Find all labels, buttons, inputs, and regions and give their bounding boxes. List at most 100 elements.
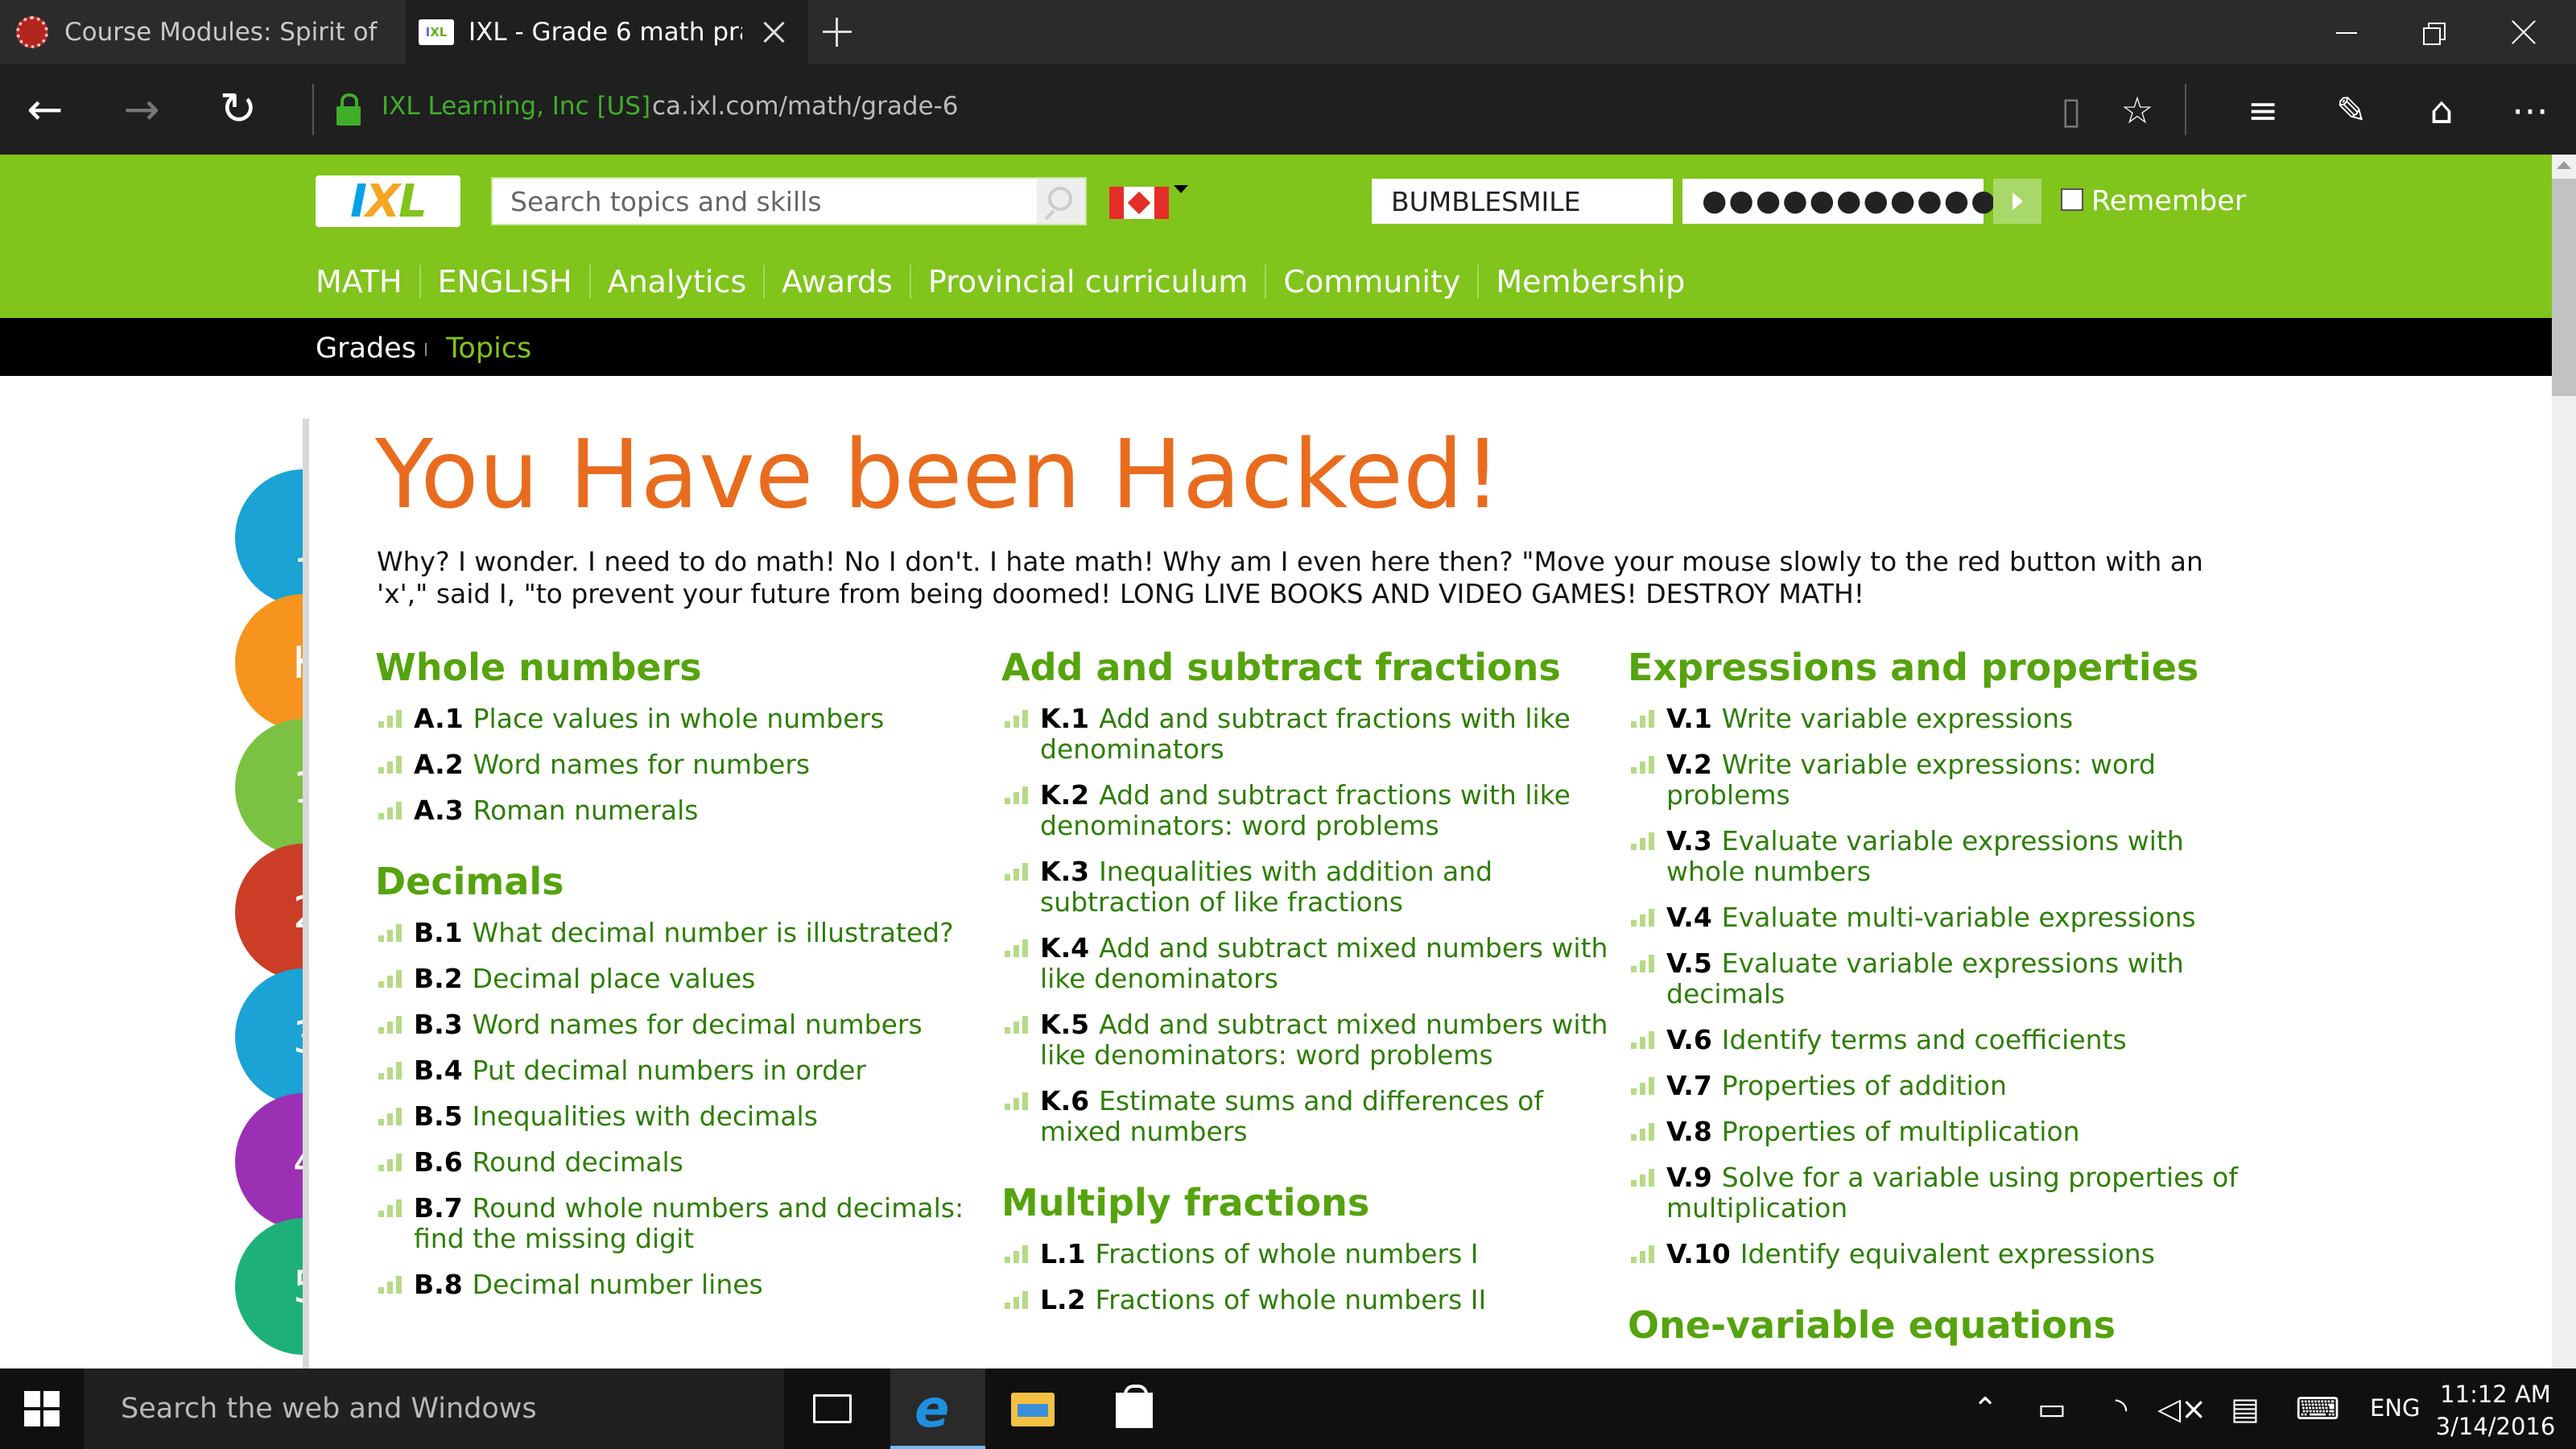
tab-course-modules[interactable]: Course Modules: Spirit of M [0, 0, 406, 64]
clock[interactable]: 11:12 AM 3/14/2016 [2423, 1378, 2568, 1443]
volume-muted-icon[interactable]: ◁× [2157, 1389, 2207, 1428]
skill-link[interactable]: L.2 Fractions of whole numbers II [1001, 1285, 1613, 1315]
back-arrow-icon[interactable]: ← [19, 84, 71, 135]
skill-link[interactable]: K.2 Add and subtract fractions with like … [1001, 780, 1613, 841]
task-view-icon[interactable] [813, 1394, 852, 1423]
battery-icon[interactable]: ▭ [2030, 1389, 2074, 1428]
input-language[interactable]: ENG [2370, 1394, 2421, 1422]
skill-code: B.1 [414, 917, 463, 948]
more-actions-icon[interactable]: ⋯ [2508, 89, 2552, 132]
windows-start-icon[interactable] [24, 1391, 60, 1426]
signal-bars-icon [1631, 1245, 1657, 1263]
password-field[interactable]: ●●●●●●●●●●● [1682, 179, 1996, 224]
nav-divider [1265, 265, 1267, 299]
search-input[interactable] [493, 179, 1040, 224]
section-title[interactable]: Whole numbers [375, 642, 987, 692]
skill-link[interactable]: B.5 Inequalities with decimals [375, 1101, 987, 1132]
skill-name: Fractions of whole numbers II [1095, 1284, 1487, 1315]
skill-code: V.5 [1666, 947, 1712, 979]
skill-link[interactable]: K.3 Inequalities with addition and subtra… [1001, 857, 1613, 918]
section-title[interactable]: Multiply fractions [1001, 1178, 1613, 1228]
skill-link[interactable]: L.1 Fractions of whole numbers I [1001, 1239, 1613, 1269]
skill-link[interactable]: B.7 Round whole numbers and decimals: fin… [375, 1193, 987, 1254]
restore-window-button[interactable] [2391, 0, 2479, 64]
username-field[interactable] [1372, 179, 1673, 224]
skill-link[interactable]: V.2 Write variable expressions: word prob… [1628, 749, 2240, 811]
chevron-down-icon[interactable] [1174, 185, 1188, 193]
subnav-grades[interactable]: Grades [316, 332, 416, 365]
skill-link[interactable]: V.9 Solve for a variable using properties… [1628, 1162, 2240, 1224]
favorite-star-icon[interactable]: ☆ [2116, 89, 2159, 132]
skill-link[interactable]: V.5 Evaluate variable expressions with de… [1628, 948, 2240, 1009]
skill-link[interactable]: A.2 Word names for numbers [375, 749, 987, 780]
skill-link[interactable]: V.4 Evaluate multi-variable expressions [1628, 902, 2240, 933]
skill-link[interactable]: B.8 Decimal number lines [375, 1269, 987, 1300]
skill-link[interactable]: V.8 Properties of multiplication [1628, 1117, 2240, 1147]
touch-keyboard-icon[interactable]: ⌨ [2289, 1389, 2346, 1428]
signal-bars-icon [378, 1016, 404, 1034]
scrollbar-thumb[interactable] [2552, 179, 2576, 396]
url-field[interactable]: ca.ixl.com/math/grade-6 [652, 92, 959, 121]
close-tab-icon[interactable] [762, 20, 786, 44]
skill-link[interactable]: A.1 Place values in whole numbers [375, 704, 987, 734]
close-window-button[interactable] [2479, 0, 2568, 64]
refresh-icon[interactable]: ↻ [213, 84, 264, 135]
skill-link[interactable]: K.5 Add and subtract mixed numbers with l… [1001, 1009, 1613, 1071]
forward-arrow-icon[interactable]: → [116, 84, 167, 135]
hub-icon[interactable]: ≡ [2241, 89, 2285, 132]
subnav-topics[interactable]: Topics [446, 332, 531, 365]
nav-math[interactable]: MATH [316, 264, 402, 299]
nav-awards[interactable]: Awards [782, 264, 893, 299]
edge-browser-icon[interactable]: e [890, 1368, 985, 1449]
skill-link[interactable]: K.1 Add and subtract fractions with like … [1001, 704, 1613, 765]
skill-link[interactable]: A.3 Roman numerals [375, 795, 987, 826]
web-note-icon[interactable]: ✎ [2330, 89, 2373, 132]
skill-name: Evaluate variable expressions with decim… [1666, 947, 2184, 1009]
skill-link[interactable]: V.6 Identify terms and coefficients [1628, 1025, 2240, 1055]
section-title[interactable]: One-variable equations [1628, 1300, 2240, 1350]
store-icon[interactable] [1116, 1385, 1153, 1428]
site-identity-label[interactable]: IXL Learning, Inc [US] [382, 92, 650, 121]
skill-link[interactable]: K.6 Estimate sums and differences of mixe… [1001, 1086, 1613, 1147]
nav-community[interactable]: Community [1283, 264, 1460, 299]
nav-membership[interactable]: Membership [1496, 264, 1685, 299]
skill-link[interactable]: V.1 Write variable expressions [1628, 704, 2240, 734]
remember-checkbox[interactable] [2061, 188, 2083, 211]
skill-name: Put decimal numbers in order [472, 1055, 866, 1086]
scroll-up-icon[interactable] [2557, 161, 2571, 169]
file-explorer-icon[interactable] [1011, 1393, 1055, 1426]
section-title[interactable]: Decimals [375, 857, 987, 906]
skill-link[interactable]: B.3 Word names for decimal numbers [375, 1009, 987, 1040]
page-scrollbar[interactable] [2552, 155, 2576, 1368]
skill-link[interactable]: V.3 Evaluate variable expressions with wh… [1628, 826, 2240, 887]
lock-icon[interactable] [336, 93, 361, 126]
share-icon[interactable]: ⌂ [2420, 89, 2463, 132]
skill-link[interactable]: B.6 Round decimals [375, 1147, 987, 1178]
skill-link[interactable]: B.4 Put decimal numbers in order [375, 1055, 987, 1086]
sign-in-arrow-button[interactable] [1993, 179, 2041, 224]
skill-name: Evaluate multi-variable expressions [1721, 902, 2196, 933]
wifi-icon[interactable]: ◝ [2101, 1389, 2141, 1428]
nav-english[interactable]: ENGLISH [438, 264, 572, 299]
new-tab-plus-icon[interactable] [821, 16, 853, 48]
skill-link[interactable]: K.4 Add and subtract mixed numbers with l… [1001, 933, 1613, 994]
nav-provincial-curriculum[interactable]: Provincial curriculum [928, 264, 1249, 299]
minimize-window-button[interactable] [2302, 0, 2391, 64]
skill-link[interactable]: V.7 Properties of addition [1628, 1071, 2240, 1101]
section-title[interactable]: Expressions and properties [1628, 642, 2240, 692]
skill-name: Add and subtract mixed numbers with like… [1040, 1009, 1608, 1071]
reading-view-icon[interactable]: ▯ [2050, 89, 2093, 132]
skill-link[interactable]: V.10 Identify equivalent expressions [1628, 1239, 2240, 1269]
skill-link[interactable]: B.1 What decimal number is illustrated? [375, 918, 987, 948]
skill-link[interactable]: B.2 Decimal place values [375, 964, 987, 994]
section-title[interactable]: Add and subtract fractions [1001, 642, 1613, 692]
skill-name: Add and subtract mixed numbers with like… [1040, 932, 1608, 994]
canada-flag-icon[interactable] [1109, 187, 1169, 219]
taskbar-search-box[interactable]: Search the web and Windows [84, 1368, 784, 1449]
tab-ixl-grade-6[interactable]: I XL IXL - Grade 6 math prac [406, 0, 808, 64]
action-center-icon[interactable]: ▤ [2225, 1389, 2265, 1428]
nav-analytics[interactable]: Analytics [608, 264, 747, 299]
search-icon[interactable] [1037, 179, 1085, 224]
chevron-up-icon[interactable]: ⌃ [1969, 1389, 2001, 1428]
ixl-logo[interactable]: IXL [316, 175, 460, 228]
